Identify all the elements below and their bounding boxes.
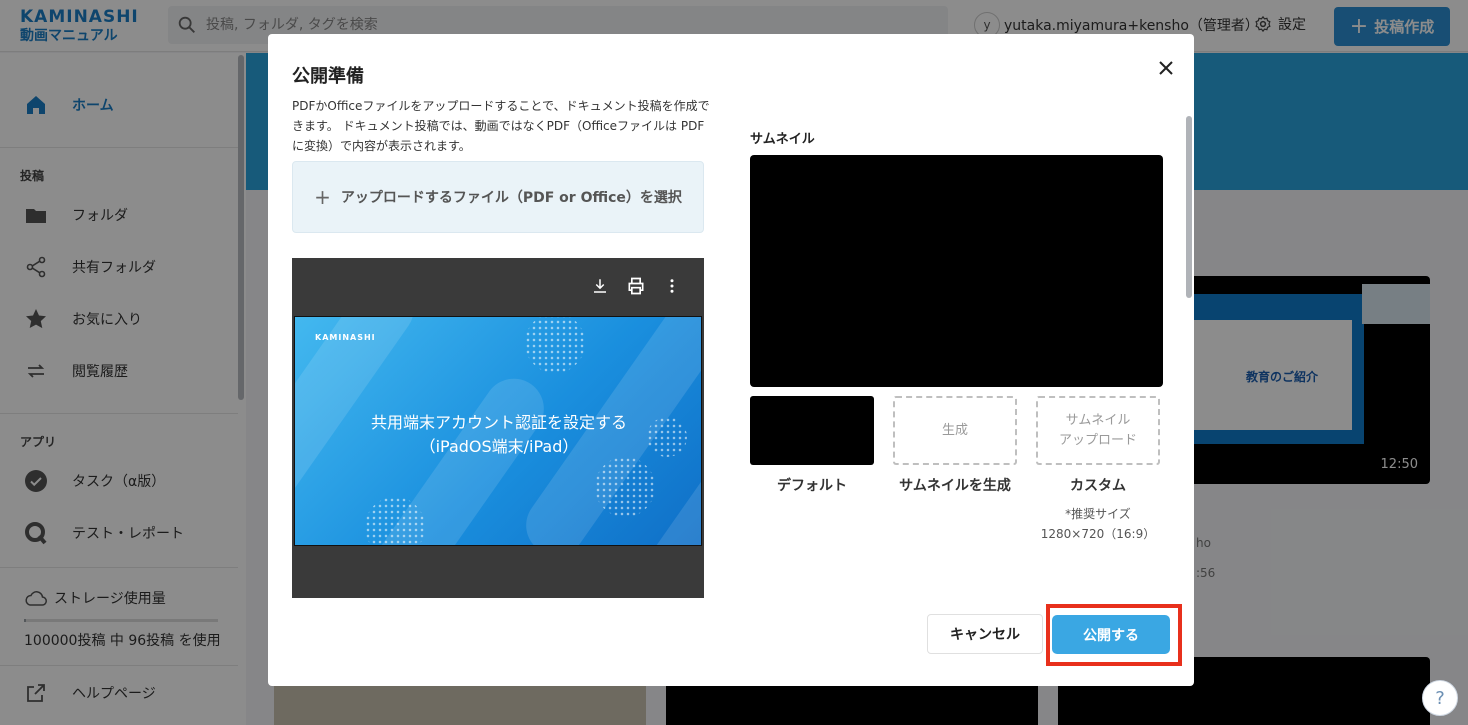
more-vertical-icon [670,279,674,293]
question-icon: ? [1435,687,1445,709]
download-icon [594,279,606,293]
slide-title-line1: 共用端末アカウント認証を設定する [370,413,627,432]
pdf-page-preview: KAMINASHI 共用端末アカウント認証を設定する （iPadOS端末/iPa… [294,316,702,546]
thumbnail-option-default[interactable] [750,396,874,465]
recommended-line1: *推奨サイズ [1065,507,1131,521]
close-icon [1159,61,1173,75]
recommended-size-note: *推奨サイズ 1280×720（16:9） [1036,504,1160,544]
download-button[interactable] [588,274,612,298]
pdf-viewer[interactable]: KAMINASHI 共用端末アカウント認証を設定する （iPadOS端末/iPa… [292,258,704,598]
thumbnail-heading: サムネイル [750,132,815,147]
caption-generate: サムネイルを生成 [899,478,1011,494]
help-button[interactable]: ? [1422,680,1458,716]
slide-title-line2: （iPadOS端末/iPad） [419,437,579,456]
highlight-annotation [1046,604,1182,666]
thumbnail-preview [750,155,1163,387]
recommended-line2: 1280×720（16:9） [1040,527,1156,541]
generate-box-label: 生成 [941,422,968,438]
upload-box-label-line1: サムネイル [1065,412,1131,428]
plus-icon: + [314,185,331,209]
upload-file-label: アップロードするファイル（PDF or Office）を選択 [340,190,682,206]
slide-logo: KAMINASHI [315,333,376,342]
upload-box-label-line2: アップロード [1058,432,1137,448]
upload-file-button[interactable]: + アップロードするファイル（PDF or Office）を選択 [292,161,704,233]
print-icon [628,277,644,295]
print-button[interactable] [624,274,648,298]
cancel-button[interactable]: キャンセル [927,614,1043,654]
caption-default: デフォルト [777,478,847,494]
pdf-toolbar [292,258,704,314]
thumbnail-generate-button[interactable]: 生成 [893,396,1017,465]
dialog-title: 公開準備 [292,66,364,87]
thumbnail-upload-button[interactable]: サムネイル アップロード [1036,396,1160,465]
publish-dialog: 公開準備 PDFかOfficeファイルをアップロードすることで、ドキュメント投稿… [268,34,1194,686]
close-button[interactable] [1152,54,1180,82]
dialog-scrollbar[interactable] [1186,116,1192,298]
slide-title: 共用端末アカウント認証を設定する （iPadOS端末/iPad） [295,411,701,459]
upload-description: PDFかOfficeファイルをアップロードすることで、ドキュメント投稿を作成でき… [292,99,710,153]
caption-custom: カスタム [1070,478,1126,494]
more-options-button[interactable] [660,274,684,298]
